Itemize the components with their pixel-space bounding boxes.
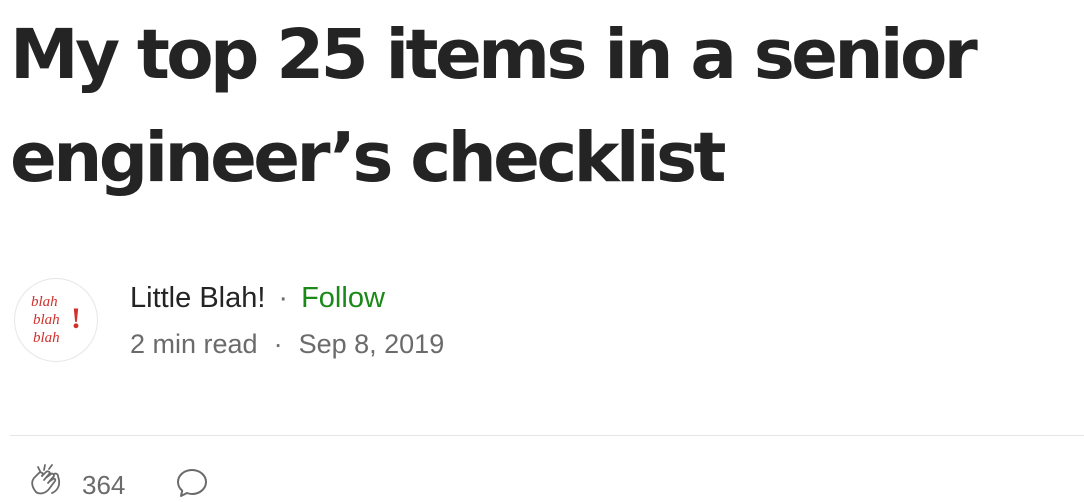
- avatar-text-2: blah: [33, 312, 60, 328]
- avatar-exclamation: !: [71, 302, 81, 335]
- avatar-text-1: blah: [31, 294, 58, 310]
- read-time: 2 min read: [130, 329, 258, 359]
- clap-count: 364: [82, 470, 126, 500]
- publish-date: Sep 8, 2019: [298, 329, 445, 359]
- follow-button[interactable]: Follow: [301, 274, 385, 322]
- separator-dot: ·: [278, 282, 289, 314]
- author-byline: blah blah blah ! Little Blah! · Follow 2…: [14, 274, 444, 366]
- engagement-bar: 364: [28, 456, 209, 502]
- separator-dot: ·: [273, 329, 283, 359]
- author-avatar[interactable]: blah blah blah !: [14, 278, 98, 362]
- author-meta: Little Blah! · Follow 2 min read · Sep 8…: [130, 274, 444, 366]
- author-line: Little Blah! · Follow: [130, 274, 444, 322]
- divider: [10, 435, 1084, 436]
- author-name[interactable]: Little Blah!: [130, 274, 265, 322]
- avatar-logo: blah blah blah !: [31, 294, 81, 346]
- article-title: My top 25 items in a senior engineer’s c…: [10, 15, 978, 198]
- comment-icon[interactable]: [175, 466, 209, 500]
- meta-line: 2 min read · Sep 8, 2019: [130, 322, 444, 366]
- avatar-text-3: blah: [33, 330, 60, 346]
- clap-icon[interactable]: [28, 462, 68, 502]
